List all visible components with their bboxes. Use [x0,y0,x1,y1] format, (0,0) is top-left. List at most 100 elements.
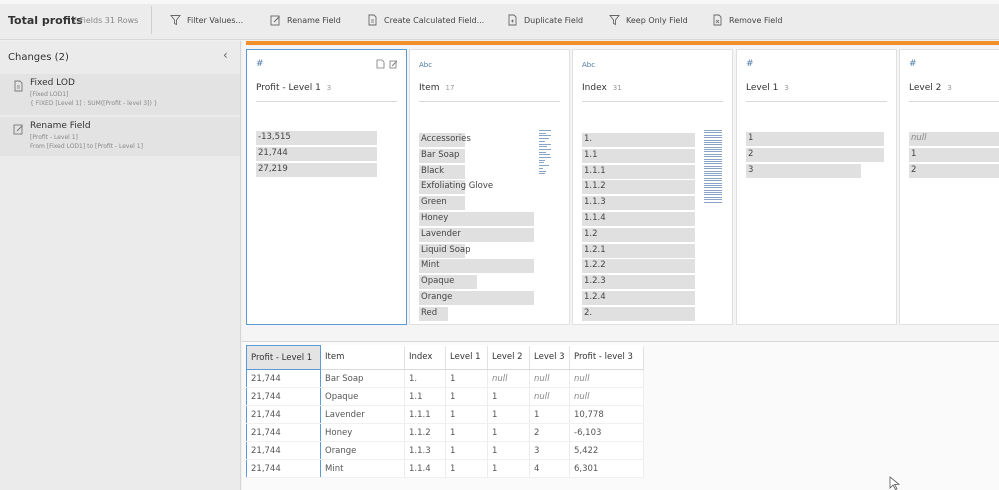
create-calculated-field-button[interactable]: Create Calculated Field... [367,12,484,28]
grid-column-header[interactable]: Profit - Level 1 [246,345,321,370]
grid-column-header[interactable]: Index [404,345,446,370]
field-card-item[interactable]: Abc Item 17 Accessories Bar Soap Black Exfol… [409,49,570,325]
table-cell[interactable]: 1.1 [404,387,446,406]
value-row[interactable]: 1 [909,147,999,162]
table-cell[interactable]: Lavender [320,405,405,424]
value-row[interactable]: 1.1 [582,148,695,163]
value-row[interactable]: 1.1.1 [582,164,695,179]
value-row[interactable]: Exfoliating Glove [419,180,534,195]
table-cell[interactable]: null [569,369,644,388]
table-cell[interactable]: 21,744 [246,387,321,406]
value-row[interactable]: Accessories [419,133,534,147]
value-row[interactable]: 1 [746,132,884,146]
table-cell[interactable]: null [529,387,570,406]
field-card-level-1[interactable]: # Level 1 3 1 2 3 [736,49,897,325]
table-row[interactable]: 21,744 Orange 1.1.3 1 1 3 5,422 [246,441,644,460]
value-row[interactable]: 1.2.2 [582,259,695,274]
table-cell[interactable]: 1 [487,459,530,478]
calculated-field-icon[interactable] [376,59,385,69]
table-cell[interactable]: 21,744 [246,369,321,388]
table-cell[interactable]: 1.1.1 [404,405,446,424]
grid-column-header[interactable]: Level 3 [529,345,570,370]
table-row[interactable]: 21,744 Opaque 1.1 1 1 null null [246,387,644,406]
table-row[interactable]: 21,744 Mint 1.1.4 1 1 4 6,301 [246,459,644,478]
table-cell[interactable]: 3 [529,441,570,460]
value-row[interactable]: 1.2.1 [582,243,695,258]
collapse-chevron-icon[interactable]: ‹ [223,48,228,62]
grid-column-header[interactable]: Profit - level 3 [569,345,644,370]
value-row[interactable]: Lavender [419,227,534,242]
value-row[interactable]: Mint [419,259,534,274]
table-cell[interactable]: 10,778 [569,405,644,424]
table-cell[interactable]: 21,744 [246,423,321,442]
value-row[interactable]: Green [419,196,534,211]
table-cell[interactable]: null [529,369,570,388]
table-cell[interactable]: Bar Soap [320,369,405,388]
change-item-fixed-lod[interactable]: Fixed LOD [Fixed LOD1] { FIXED [Level 1]… [0,74,240,115]
table-cell[interactable]: 1 [445,459,488,478]
table-cell[interactable]: 1.1.4 [404,459,446,478]
field-card-profit-level-1[interactable]: # Profit - Level 1 3 -13,515 21,744 27,219 [246,49,407,325]
table-cell[interactable]: 1 [445,441,488,460]
value-scroll-overview[interactable] [704,130,722,204]
table-row[interactable]: 21,744 Honey 1.1.2 1 1 2 -6,103 [246,423,644,442]
table-cell[interactable]: Honey [320,423,405,442]
grid-column-header[interactable]: Item [320,345,405,370]
value-row[interactable]: 1.2.3 [582,275,695,290]
change-item-rename-field[interactable]: Rename Field [Profit - Level 1] From [Fi… [0,117,240,156]
table-cell[interactable]: 1 [445,423,488,442]
value-row[interactable]: 1.1.4 [582,212,695,226]
table-cell[interactable]: 21,744 [246,441,321,460]
field-card-index[interactable]: Abc Index 31 1. 1.1 1.1.1 1.1.2 1.1.3 1.1.4 1.2… [572,49,733,325]
table-cell[interactable]: 21,744 [246,459,321,478]
table-cell[interactable]: 1 [487,405,530,424]
table-row[interactable]: 21,744 Lavender 1.1.1 1 1 1 10,778 [246,405,644,424]
table-cell[interactable]: 6,301 [569,459,644,478]
edit-icon[interactable] [389,59,398,69]
keep-only-field-button[interactable]: Keep Only Field [609,12,688,28]
value-row[interactable]: Black [419,164,534,179]
value-row[interactable]: 27,219 [256,162,377,177]
table-cell[interactable]: 1 [487,387,530,406]
remove-field-button[interactable]: Remove Field [712,12,782,28]
table-cell[interactable]: null [569,387,644,406]
value-row[interactable]: 1.2.4 [582,291,695,305]
value-row[interactable]: 21,744 [256,146,377,161]
value-row[interactable]: Orange [419,291,534,305]
table-cell[interactable]: 21,744 [246,405,321,424]
value-scroll-overview[interactable] [539,130,551,176]
value-row[interactable]: 2 [746,147,884,162]
table-cell[interactable]: 1.1.2 [404,423,446,442]
table-cell[interactable]: 5,422 [569,441,644,460]
table-cell[interactable]: 1 [445,369,488,388]
value-row[interactable]: null [909,132,999,146]
table-cell[interactable]: 1.1.3 [404,441,446,460]
grid-column-header[interactable]: Level 1 [445,345,488,370]
value-row[interactable]: 2 [909,163,999,178]
value-row[interactable]: 3 [746,163,884,178]
table-cell[interactable]: 2 [529,423,570,442]
value-row[interactable]: Honey [419,212,534,226]
value-row[interactable]: -13,515 [256,131,377,145]
value-row[interactable]: Opaque [419,275,534,290]
filter-values-button[interactable]: Filter Values... [170,12,243,28]
table-cell[interactable]: -6,103 [569,423,644,442]
value-row[interactable]: 1.2 [582,227,695,242]
rename-field-button[interactable]: Rename Field [270,12,341,28]
table-cell[interactable]: Opaque [320,387,405,406]
table-cell[interactable]: null [487,369,530,388]
table-cell[interactable]: Mint [320,459,405,478]
value-row[interactable]: 1.1.3 [582,196,695,211]
table-cell[interactable]: 4 [529,459,570,478]
value-row[interactable]: Bar Soap [419,148,534,163]
duplicate-field-button[interactable]: Duplicate Field [507,12,583,28]
table-cell[interactable]: 1. [404,369,446,388]
table-cell[interactable]: 1 [445,387,488,406]
value-row[interactable]: 1.1.2 [582,180,695,195]
table-cell[interactable]: 1 [487,441,530,460]
value-row[interactable]: Red [419,306,534,321]
value-row[interactable]: 1. [582,133,695,147]
grid-column-header[interactable]: Level 2 [487,345,530,370]
table-cell[interactable]: 1 [529,405,570,424]
field-card-level-2[interactable]: # Level 2 3 null 1 2 [899,49,999,325]
